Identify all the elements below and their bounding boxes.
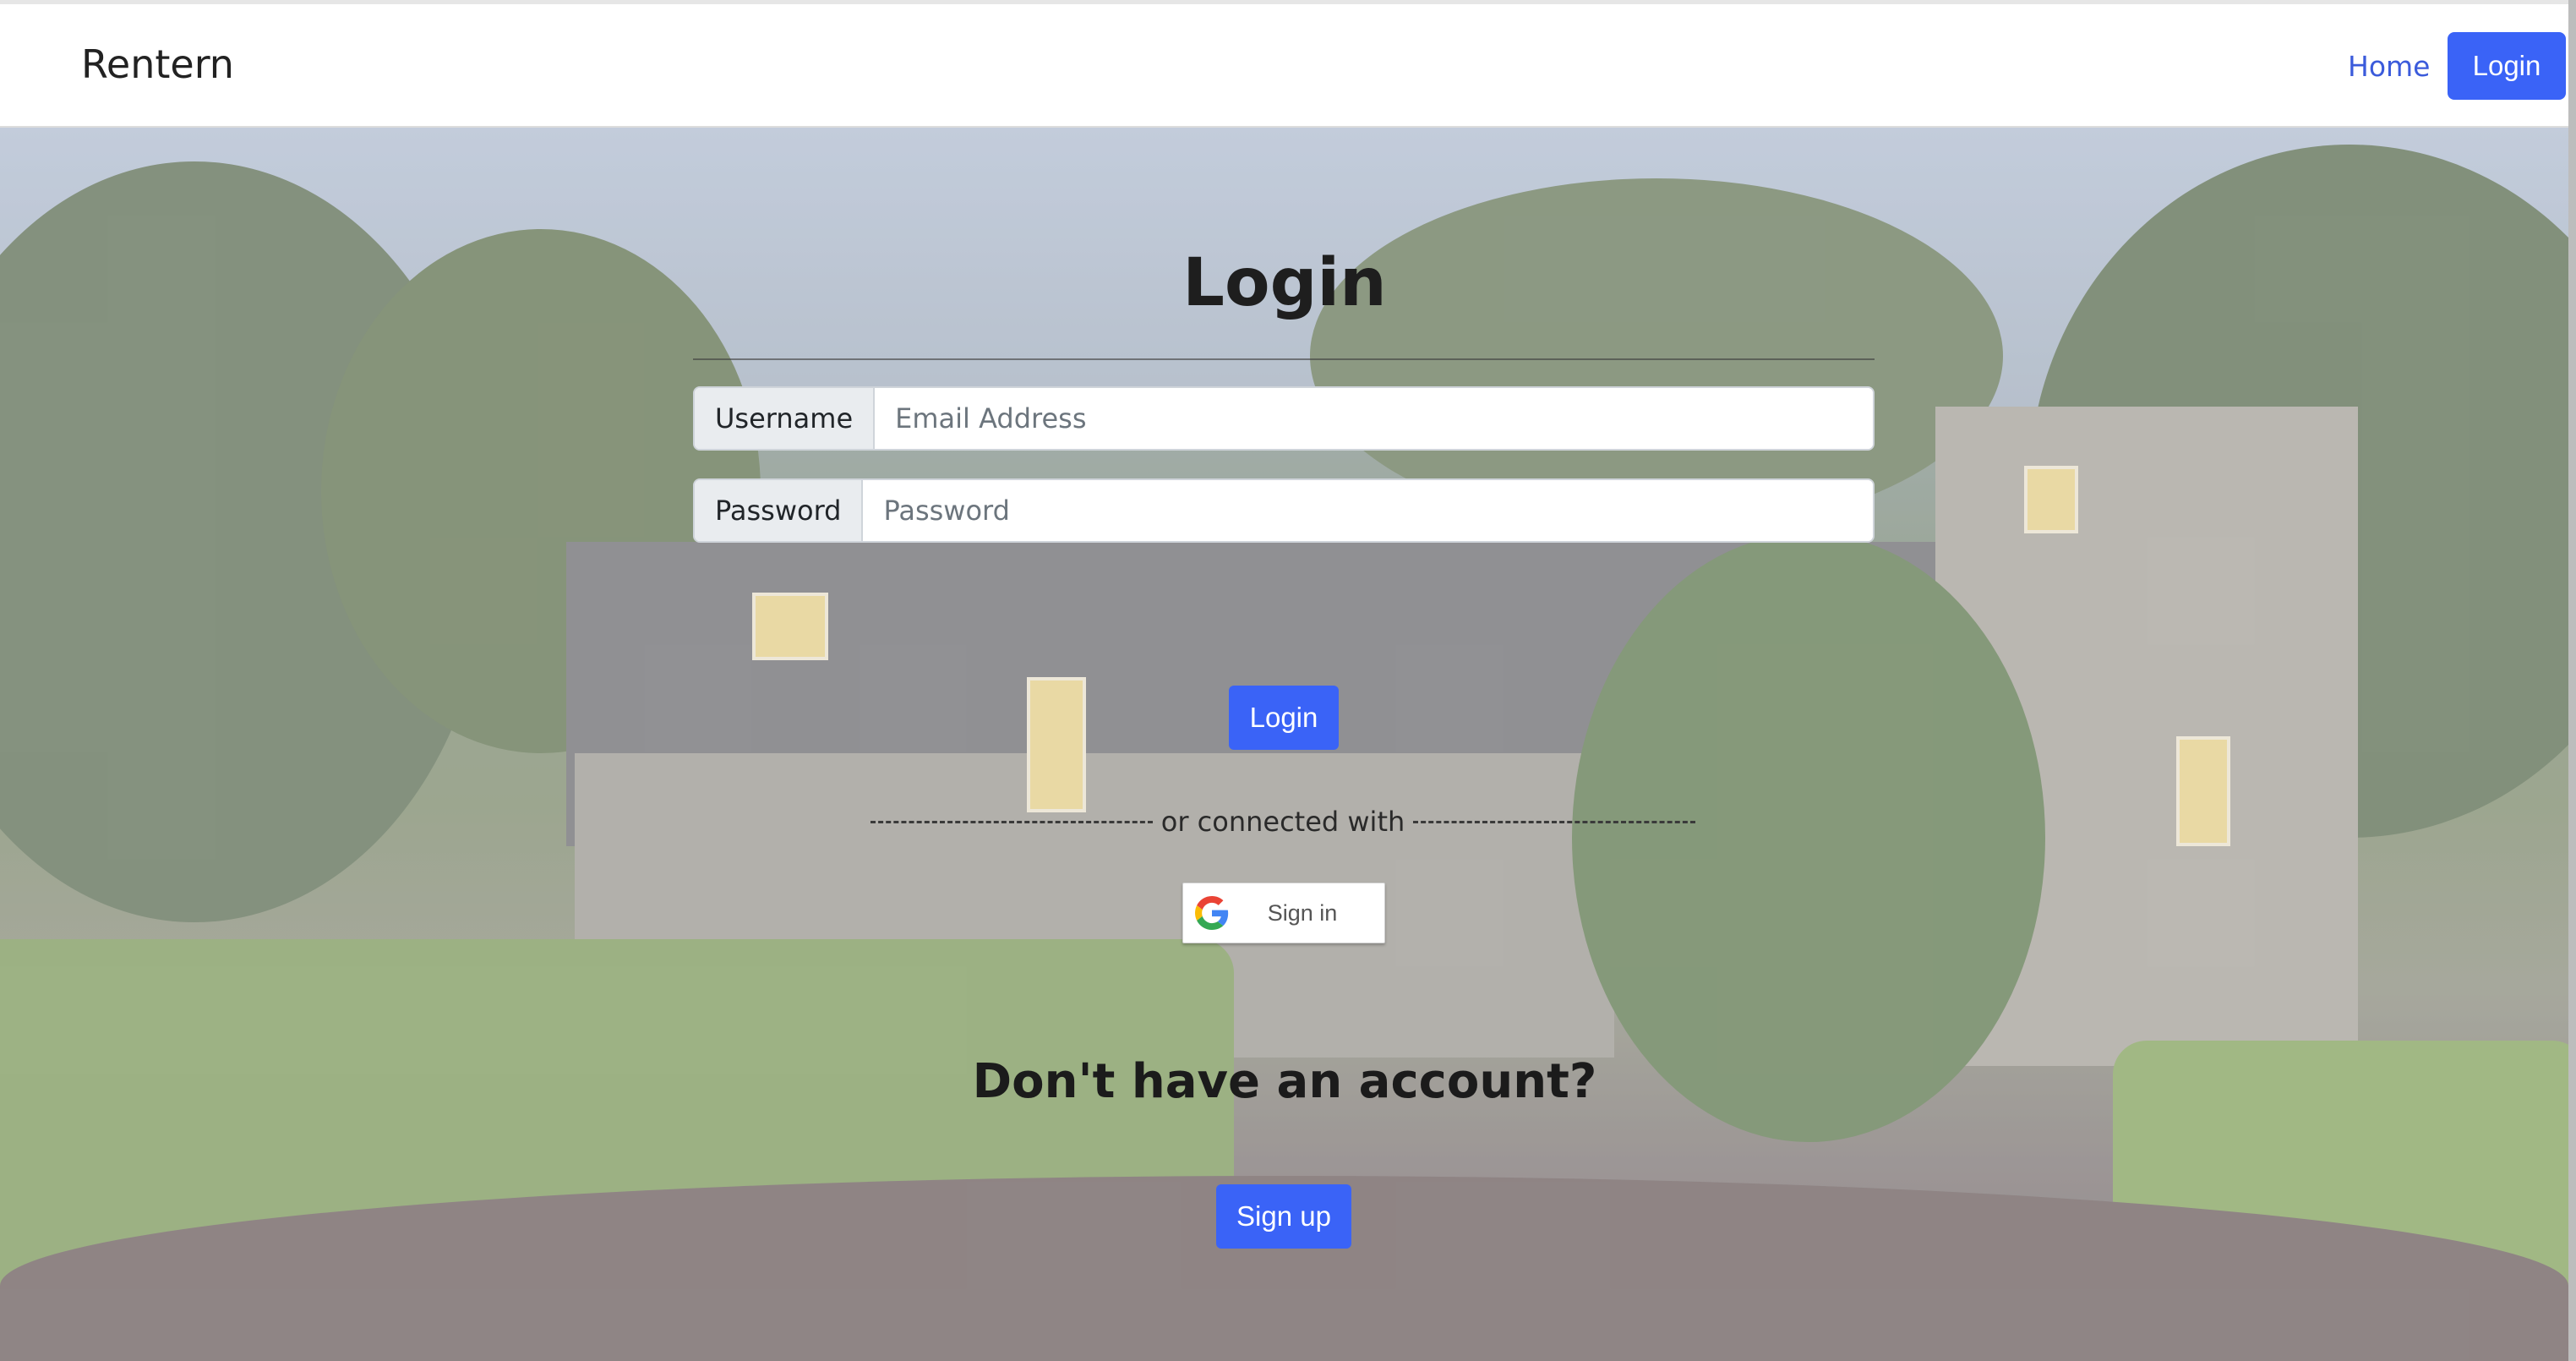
window-scrollbar[interactable]: [2568, 0, 2576, 1361]
nav-home-link[interactable]: Home: [2348, 50, 2430, 83]
google-signin-button[interactable]: Sign in: [1182, 883, 1385, 943]
brand-logo[interactable]: Rentern: [81, 41, 234, 87]
divider-dash-left: [870, 820, 1153, 823]
signup-button[interactable]: Sign up: [1216, 1184, 1351, 1249]
google-signin-label: Sign in: [1267, 899, 1338, 926]
social-divider: or connected with: [870, 805, 1695, 839]
password-label: Password: [695, 480, 864, 541]
login-title: Login: [1182, 245, 1387, 321]
username-input-group: Username: [693, 386, 1875, 451]
username-input[interactable]: [875, 388, 1873, 449]
title-divider: [693, 358, 1875, 360]
divider-dash-right: [1413, 820, 1695, 823]
password-input-group: Password: [693, 478, 1875, 543]
signup-prompt: Don't have an account?: [972, 1054, 1597, 1109]
divider-text: or connected with: [1160, 806, 1405, 838]
nav-login-button[interactable]: Login: [2448, 32, 2566, 100]
username-label: Username: [695, 388, 876, 449]
password-input[interactable]: [863, 480, 1873, 541]
google-g-icon: [1195, 896, 1229, 930]
top-navbar: Rentern Home Login: [0, 4, 2576, 128]
login-submit-button[interactable]: Login: [1229, 686, 1339, 750]
